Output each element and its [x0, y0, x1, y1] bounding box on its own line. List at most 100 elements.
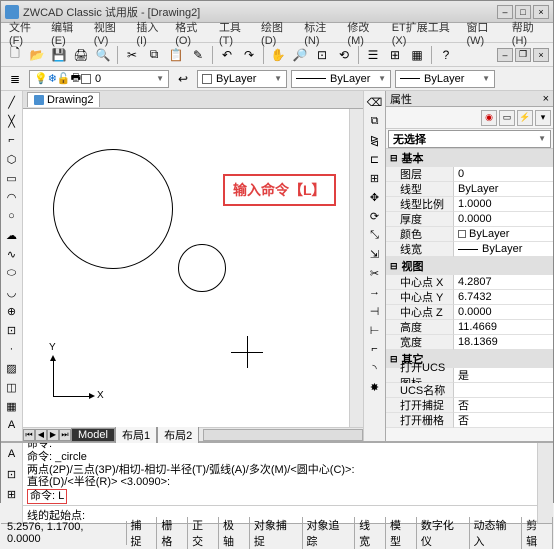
- region-icon[interactable]: ◫: [3, 378, 21, 396]
- new-icon[interactable]: 🗋: [5, 45, 25, 65]
- explode-icon[interactable]: ✸: [366, 378, 384, 396]
- property-row[interactable]: 宽度18.1369: [386, 335, 553, 350]
- scale-icon[interactable]: ⤡: [366, 226, 384, 244]
- copy-obj-icon[interactable]: ⧉: [366, 112, 384, 130]
- match-icon[interactable]: ✎: [188, 45, 208, 65]
- paste-icon[interactable]: 📋: [166, 45, 186, 65]
- hatch-icon[interactable]: ▨: [3, 359, 21, 377]
- mtext-icon[interactable]: A: [3, 416, 21, 434]
- property-value[interactable]: ByLayer: [454, 242, 553, 257]
- property-value[interactable]: 0.0000: [454, 305, 553, 320]
- tab-scroll-next[interactable]: ▶: [47, 429, 59, 441]
- property-row[interactable]: 厚度0.0000: [386, 212, 553, 227]
- status-toggle[interactable]: 极轴: [219, 517, 250, 549]
- table-icon[interactable]: ▦: [3, 397, 21, 415]
- property-value[interactable]: [454, 383, 553, 398]
- drawing-canvas[interactable]: 输入命令【L】 Y X: [23, 109, 363, 427]
- fillet-icon[interactable]: ◝: [366, 359, 384, 377]
- break-icon[interactable]: ⊣: [366, 302, 384, 320]
- polygon-icon[interactable]: ⬡: [3, 150, 21, 168]
- preview-icon[interactable]: 🔍: [93, 45, 113, 65]
- polyline-icon[interactable]: ⌐: [3, 131, 21, 149]
- chamfer-icon[interactable]: ⌐: [366, 340, 384, 358]
- layout-tab[interactable]: 布局1: [115, 426, 157, 444]
- property-row[interactable]: 打开栅格否: [386, 413, 553, 428]
- zoom-icon[interactable]: 🔎: [290, 45, 310, 65]
- property-group-header[interactable]: 视图: [386, 257, 553, 275]
- property-value[interactable]: ByLayer: [454, 227, 553, 242]
- toggle-pickadd-icon[interactable]: ◉: [481, 110, 497, 126]
- tool-palette-icon[interactable]: ▦: [407, 45, 427, 65]
- horizontal-scrollbar[interactable]: [203, 429, 363, 441]
- status-toggle[interactable]: 捕捉: [127, 517, 158, 549]
- vertical-scrollbar[interactable]: [349, 109, 363, 427]
- layer-combo[interactable]: 💡❄🔓🖶 0 ▼: [29, 70, 169, 88]
- zoom-prev-icon[interactable]: ⟲: [334, 45, 354, 65]
- cut-icon[interactable]: ✂: [122, 45, 142, 65]
- properties-icon[interactable]: ☰: [363, 45, 383, 65]
- tab-scroll-prev[interactable]: ◀: [35, 429, 47, 441]
- menu-item[interactable]: 帮助(H): [508, 17, 549, 49]
- status-toggle[interactable]: 对象追踪: [303, 517, 356, 549]
- property-row[interactable]: 中心点 Z0.0000: [386, 305, 553, 320]
- stretch-icon[interactable]: ⇲: [366, 245, 384, 263]
- pan-icon[interactable]: ✋: [268, 45, 288, 65]
- command-scrollbar[interactable]: [537, 443, 553, 523]
- property-row[interactable]: 中心点 X4.2807: [386, 275, 553, 290]
- property-value[interactable]: ByLayer: [454, 182, 553, 197]
- property-value[interactable]: 4.2807: [454, 275, 553, 290]
- lineweight-combo[interactable]: ByLayer ▼: [395, 70, 495, 88]
- property-row[interactable]: 打开捕捉否: [386, 398, 553, 413]
- design-center-icon[interactable]: ⊞: [385, 45, 405, 65]
- plot-icon[interactable]: 🖨: [71, 45, 91, 65]
- tab-scroll-first[interactable]: ⏮: [23, 429, 35, 441]
- spline-icon[interactable]: ∿: [3, 245, 21, 263]
- select-objects-icon[interactable]: ▭: [499, 110, 515, 126]
- zoom-window-icon[interactable]: ⊡: [312, 45, 332, 65]
- property-grid[interactable]: 基本图层0线型ByLayer线型比例1.0000厚度0.0000颜色ByLaye…: [386, 149, 553, 441]
- property-row[interactable]: 高度11.4669: [386, 320, 553, 335]
- open-icon[interactable]: 📂: [27, 45, 47, 65]
- property-row[interactable]: 线型比例1.0000: [386, 197, 553, 212]
- cmd-tool-icon[interactable]: ⊞: [3, 485, 21, 503]
- save-icon[interactable]: 💾: [49, 45, 69, 65]
- property-row[interactable]: 打开UCS图标是: [386, 368, 553, 383]
- layout-tab[interactable]: Model: [71, 428, 115, 442]
- property-row[interactable]: UCS名称: [386, 383, 553, 398]
- status-toggle[interactable]: 栅格: [157, 517, 188, 549]
- property-row[interactable]: 图层0: [386, 167, 553, 182]
- extend-icon[interactable]: →: [366, 283, 384, 301]
- mirror-icon[interactable]: ⧎: [366, 131, 384, 149]
- property-value[interactable]: 11.4669: [454, 320, 553, 335]
- status-toggle[interactable]: 数字化仪: [417, 517, 470, 549]
- layer-manager-icon[interactable]: ≣: [5, 69, 25, 89]
- status-toggle[interactable]: 模型: [386, 517, 417, 549]
- property-value[interactable]: 1.0000: [454, 197, 553, 212]
- undo-icon[interactable]: ↶: [217, 45, 237, 65]
- cmd-tool-icon[interactable]: ⊡: [3, 465, 21, 483]
- selection-combo[interactable]: 无选择 ▼: [388, 130, 551, 148]
- layer-prev-icon[interactable]: ↩: [173, 69, 193, 89]
- make-block-icon[interactable]: ⊡: [3, 321, 21, 339]
- status-toggle[interactable]: 线宽: [355, 517, 386, 549]
- linetype-combo[interactable]: ByLayer ▼: [291, 70, 391, 88]
- panel-menu-icon[interactable]: ▾: [535, 110, 551, 126]
- property-value[interactable]: 6.7432: [454, 290, 553, 305]
- property-value[interactable]: 0: [454, 167, 553, 182]
- status-toggle[interactable]: 剪辑: [522, 517, 553, 549]
- layout-tab[interactable]: 布局2: [157, 426, 199, 444]
- insert-block-icon[interactable]: ⊕: [3, 302, 21, 320]
- circle-icon[interactable]: ○: [3, 207, 21, 225]
- doc-close-button[interactable]: ×: [533, 48, 549, 62]
- trim-icon[interactable]: ✂: [366, 264, 384, 282]
- status-toggle[interactable]: 动态输入: [470, 517, 523, 549]
- property-row[interactable]: 线宽ByLayer: [386, 242, 553, 257]
- menu-item[interactable]: 窗口(W): [462, 17, 505, 49]
- property-row[interactable]: 线型ByLayer: [386, 182, 553, 197]
- doc-minimize-button[interactable]: –: [497, 48, 513, 62]
- tab-scroll-last[interactable]: ⏭: [59, 429, 71, 441]
- property-value[interactable]: 18.1369: [454, 335, 553, 350]
- property-row[interactable]: 颜色ByLayer: [386, 227, 553, 242]
- property-value[interactable]: 是: [454, 368, 553, 383]
- property-value[interactable]: 0.0000: [454, 212, 553, 227]
